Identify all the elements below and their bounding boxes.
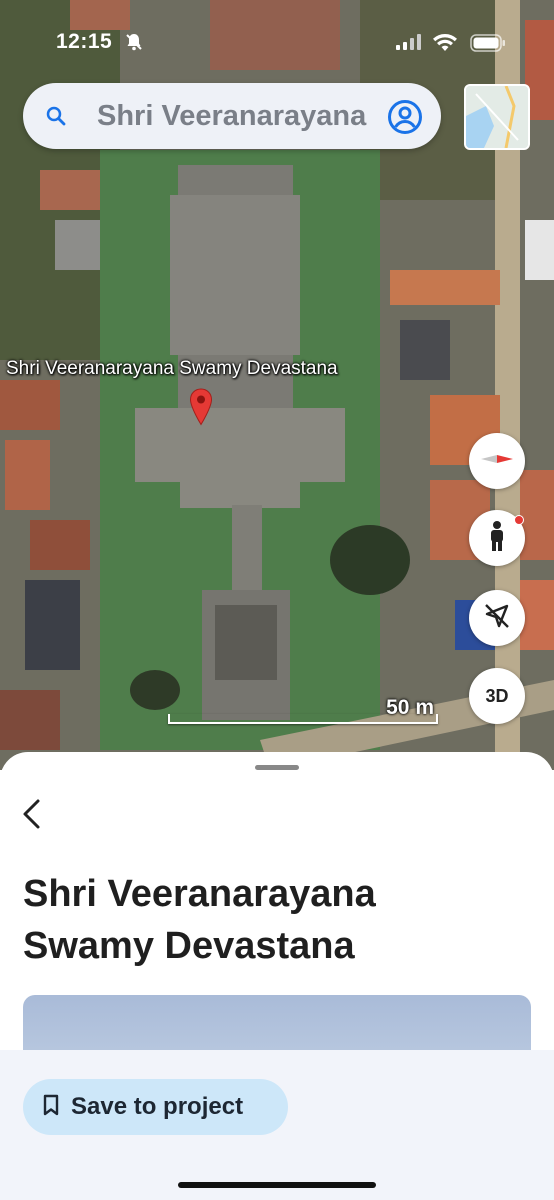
place-title: Shri Veeranarayana Swamy Devastana	[23, 868, 523, 972]
scale-line	[168, 714, 438, 724]
status-time: 12:15	[56, 30, 113, 53]
back-arrow-icon	[23, 799, 40, 829]
battery-icon	[470, 34, 506, 57]
pegman-icon	[487, 520, 507, 557]
map-pin-icon[interactable]	[189, 388, 213, 431]
notification-dot	[514, 515, 524, 525]
home-indicator[interactable]	[178, 1182, 376, 1188]
scale-bar: 50 m	[168, 694, 440, 728]
place-title-line2: Swamy Devastana	[23, 925, 355, 967]
wifi-icon	[432, 32, 458, 57]
do-not-disturb-bell-icon	[124, 32, 144, 57]
map-layers-thumbnail[interactable]	[464, 84, 530, 150]
3d-toggle-button[interactable]: 3D	[469, 668, 525, 724]
my-location-button[interactable]	[469, 590, 525, 646]
location-off-icon	[483, 602, 511, 635]
place-title-line1: Shri Veeranarayana	[23, 873, 376, 915]
status-bar: 12:15	[0, 22, 554, 62]
search-input[interactable]: Shri Veeranarayana Swamy Devastana	[97, 100, 369, 133]
save-to-project-button[interactable]: Save to project	[23, 1079, 288, 1135]
account-icon[interactable]	[387, 99, 423, 140]
search-bar[interactable]: Shri Veeranarayana Swamy Devastana	[23, 83, 441, 149]
satellite-map[interactable]: 12:15 Shri Veeranarayana Swamy Devastana…	[0, 0, 554, 770]
save-to-project-label: Save to project	[71, 1093, 244, 1120]
compass-button[interactable]	[469, 433, 525, 489]
search-icon[interactable]	[45, 105, 67, 132]
back-button[interactable]	[20, 798, 44, 835]
signal-icon	[396, 34, 422, 55]
bookmark-icon	[43, 1094, 59, 1121]
compass-icon	[480, 449, 514, 474]
map-place-label[interactable]: Shri Veeranarayana Swamy Devastana	[6, 358, 338, 380]
bottom-action-bar: Save to project	[0, 1050, 554, 1200]
sheet-drag-handle[interactable]	[255, 765, 299, 770]
